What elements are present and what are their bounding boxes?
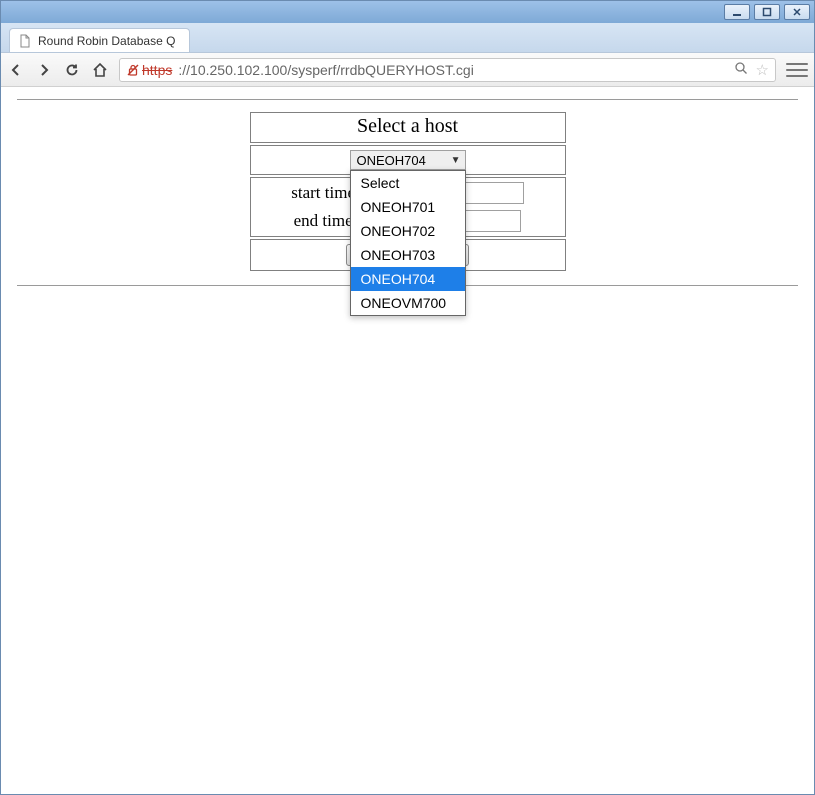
url-scheme: https (142, 62, 172, 78)
host-option[interactable]: ONEOH704 (351, 267, 465, 291)
browser-window: Round Robin Database Q https ://10.250.1… (0, 0, 815, 795)
back-button[interactable] (7, 61, 25, 79)
zoom-icon[interactable] (732, 61, 750, 78)
window-maximize-button[interactable] (754, 4, 780, 20)
host-select-dropdown[interactable]: SelectONEOH701ONEOH702ONEOH703ONEOH704ON… (350, 170, 466, 316)
end-time-label: end time: (294, 211, 358, 231)
browser-toolbar: https ://10.250.102.100/sysperf/rrdbQUER… (1, 53, 814, 87)
top-rule (17, 99, 798, 100)
reload-button[interactable] (63, 61, 81, 79)
host-option[interactable]: ONEOH702 (351, 219, 465, 243)
browser-tab[interactable]: Round Robin Database Q (9, 28, 190, 52)
host-option[interactable]: ONEOH703 (351, 243, 465, 267)
page-content: Select a host ONEOH704 ▼ start time: end… (1, 87, 814, 794)
window-close-button[interactable] (784, 4, 810, 20)
window-minimize-button[interactable] (724, 4, 750, 20)
host-option[interactable]: ONEOVM700 (351, 291, 465, 315)
file-icon (18, 34, 32, 48)
chevron-down-icon: ▼ (451, 155, 461, 166)
host-option[interactable]: Select (351, 171, 465, 195)
bookmark-star-icon[interactable]: ☆ (756, 61, 769, 79)
host-select-value: ONEOH704 (357, 153, 426, 168)
host-select[interactable]: ONEOH704 ▼ (350, 150, 466, 170)
home-button[interactable] (91, 61, 109, 79)
tab-title: Round Robin Database Q (38, 34, 175, 48)
window-titlebar (1, 1, 814, 23)
menu-button[interactable] (786, 61, 808, 79)
url-text: ://10.250.102.100/sysperf/rrdbQUERYHOST.… (178, 62, 473, 78)
forward-button[interactable] (35, 61, 53, 79)
host-option[interactable]: ONEOH701 (351, 195, 465, 219)
tab-strip: Round Robin Database Q (1, 23, 814, 53)
form-title: Select a host (250, 112, 566, 143)
ssl-warning-icon: https (126, 62, 172, 78)
address-bar[interactable]: https ://10.250.102.100/sysperf/rrdbQUER… (119, 58, 776, 82)
